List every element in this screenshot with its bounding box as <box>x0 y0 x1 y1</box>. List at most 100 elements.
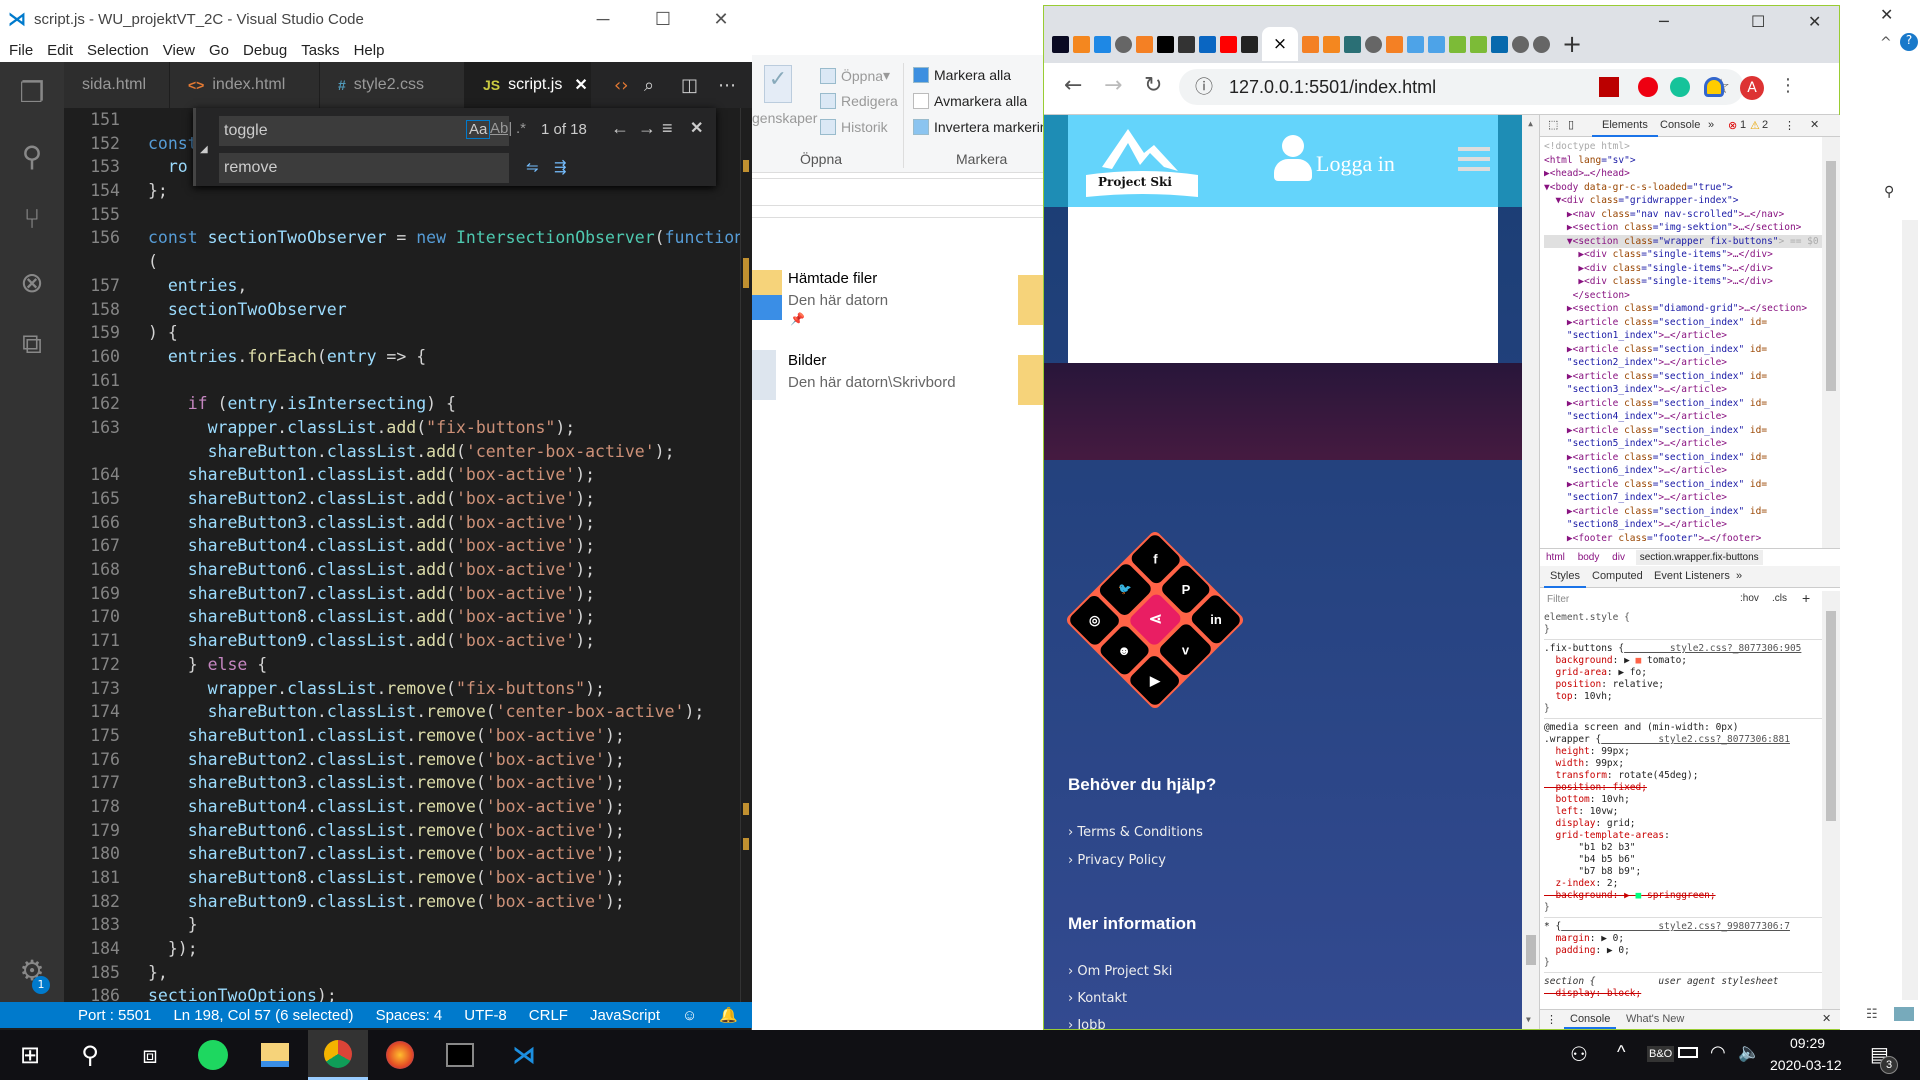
tab-favicon-linkedin-icon[interactable] <box>1199 35 1216 53</box>
dom-node[interactable]: "section2_index">…</article> <box>1544 356 1822 370</box>
tab-favicon-slides-icon[interactable] <box>1344 35 1361 53</box>
warning-count[interactable]: 2 <box>1762 119 1768 131</box>
breadcrumb-div[interactable]: div <box>1612 552 1625 563</box>
breadcrumb-html[interactable]: html <box>1546 552 1565 563</box>
select-all-button[interactable]: Markera alla <box>913 67 1011 83</box>
whole-word-toggle[interactable]: Ab| <box>490 120 512 137</box>
code-line[interactable]: 172 } else { <box>64 653 740 677</box>
code-line[interactable]: shareButton.classList.add('center-box-ac… <box>64 440 740 464</box>
search-icon[interactable]: ⚲ <box>60 1030 120 1080</box>
people-icon[interactable]: ⚇ <box>1570 1042 1588 1067</box>
details-view-icon[interactable]: ☷ <box>1866 1007 1878 1022</box>
style-line[interactable]: .wrapper { style2.css?_8077306:881 <box>1544 734 1822 746</box>
style-line[interactable]: .fix-buttons { style2.css?_8077306:905 <box>1544 643 1822 655</box>
style-line[interactable]: left: 10vw; <box>1544 806 1822 818</box>
breadcrumb-section[interactable]: section.wrapper.fix-buttons <box>1635 550 1763 565</box>
minimize-button[interactable]: ─ <box>1659 12 1669 31</box>
tab-favicon-globe-icon[interactable] <box>1115 35 1132 53</box>
code-line[interactable]: 175 shareButton1.classList.remove('box-a… <box>64 724 740 748</box>
style-line[interactable]: grid-area: ▶ fo; <box>1544 667 1822 679</box>
toggle-replace-icon[interactable]: ◢ <box>200 144 208 155</box>
tab-computed[interactable]: Computed <box>1592 570 1643 582</box>
dom-scrollbar[interactable] <box>1822 137 1840 549</box>
footer-link-terms[interactable]: › Terms & Conditions <box>1068 825 1203 840</box>
dom-node[interactable]: ▶<div class="single-items">…</div> <box>1544 262 1822 276</box>
code-line[interactable]: 166 shareButton3.classList.add('box-acti… <box>64 511 740 535</box>
tab-sida-html[interactable]: sida.html <box>64 62 170 108</box>
breadcrumb-body[interactable]: body <box>1578 552 1600 563</box>
code-line[interactable]: 165 shareButton2.classList.add('box-acti… <box>64 487 740 511</box>
menu-selection[interactable]: Selection <box>87 42 149 59</box>
style-line[interactable]: element.style { <box>1544 612 1822 624</box>
tab-favicon-contact-icon[interactable] <box>1178 35 1195 53</box>
error-count[interactable]: 1 <box>1740 119 1746 131</box>
style-line[interactable]: display: block; <box>1544 988 1822 1000</box>
dom-node[interactable]: ▶<article class="section_index" id= <box>1544 424 1822 438</box>
style-line[interactable]: "b7 b8 b9"; <box>1544 866 1822 878</box>
dom-node[interactable]: ▶<section class="diamond-grid">…</sectio… <box>1544 302 1822 316</box>
open-preview-icon[interactable]: ‹› <box>614 62 628 108</box>
code-line[interactable]: 186 sectionTwoOptions); <box>64 984 740 1002</box>
back-icon[interactable]: ← <box>1064 73 1082 98</box>
code-line[interactable]: 184 }); <box>64 937 740 961</box>
dom-node[interactable]: ▶<head>…</head> <box>1544 167 1822 181</box>
style-line[interactable]: bottom: 10vh; <box>1544 794 1822 806</box>
dom-node[interactable]: ▼<body data-gr-c-s-loaded="true"> <box>1544 181 1822 195</box>
quick-access-pictures[interactable]: Bilder <box>788 352 826 369</box>
code-line[interactable]: 180 shareButton7.classList.remove('box-a… <box>64 842 740 866</box>
adblock-extension-icon[interactable] <box>1638 77 1658 97</box>
style-line[interactable]: "b4 b5 b6" <box>1544 854 1822 866</box>
menu-debug[interactable]: Debug <box>243 42 287 59</box>
style-line[interactable]: position: fixed; <box>1544 782 1822 794</box>
code-line[interactable]: 155 <box>64 203 740 227</box>
tab-favicon-puzzle-icon[interactable] <box>1157 35 1174 53</box>
tab-favicon-flag-blue-icon[interactable] <box>1094 35 1111 53</box>
style-line[interactable]: position: relative; <box>1544 679 1822 691</box>
style-line[interactable]: width: 99px; <box>1544 758 1822 770</box>
open-changes-icon[interactable]: ⌕ <box>644 62 654 108</box>
tab-favicon-stackoverflow-icon[interactable] <box>1302 35 1319 53</box>
indentation[interactable]: Spaces: 4 <box>376 1007 443 1024</box>
tab-event-listeners[interactable]: Event Listeners <box>1654 570 1730 582</box>
more-tabs-icon[interactable]: » <box>1736 570 1742 582</box>
login-link[interactable]: Logga in <box>1316 151 1395 177</box>
tab-favicon-stackoverflow-icon[interactable] <box>1386 35 1403 53</box>
code-line[interactable]: 183 } <box>64 913 740 937</box>
forward-icon[interactable]: → <box>1104 73 1122 98</box>
find-in-selection-icon[interactable]: ≡ <box>662 118 673 139</box>
tab-script-js[interactable]: JS script.js ✕ <box>465 62 591 108</box>
search-icon[interactable]: ⚲ <box>14 138 50 174</box>
menu-tasks[interactable]: Tasks <box>301 42 339 59</box>
style-line[interactable]: top: 10vh; <box>1544 691 1822 703</box>
code-line[interactable]: 158 sectionTwoObserver <box>64 298 740 322</box>
file-explorer-icon[interactable] <box>245 1030 305 1080</box>
dom-node[interactable]: ▶<article class="section_index" id= <box>1544 478 1822 492</box>
style-line[interactable]: @media screen and (min-width: 0px) <box>1544 722 1822 734</box>
bang-olufsen-icon[interactable]: B&O <box>1647 1046 1675 1062</box>
info-icon[interactable]: ⓘ <box>1195 69 1213 105</box>
replace-input[interactable]: remove <box>219 153 509 183</box>
replace-one-icon[interactable]: ⇋ <box>526 158 539 176</box>
dom-node[interactable]: "section7_index">…</article> <box>1544 491 1822 505</box>
extensions-icon[interactable]: ⧉ <box>14 326 50 362</box>
tab-favicon-cloud-icon[interactable] <box>1407 35 1424 53</box>
code-line[interactable]: 179 shareButton6.classList.remove('box-a… <box>64 819 740 843</box>
code-line[interactable]: 162 if (entry.isIntersecting) { <box>64 392 740 416</box>
tab-styles[interactable]: Styles <box>1544 566 1586 588</box>
tab-favicon-globe-icon[interactable] <box>1533 35 1550 53</box>
close-tab-icon[interactable]: ✕ <box>574 75 587 95</box>
tab-favicon-w3schools-icon[interactable] <box>1449 35 1466 53</box>
footer-link-contact[interactable]: › Kontakt <box>1068 991 1127 1006</box>
replace-all-icon[interactable]: ⇶ <box>554 158 567 176</box>
clock-date[interactable]: 2020-03-12 <box>1770 1057 1842 1073</box>
code-line[interactable]: 174 shareButton.classList.remove('center… <box>64 700 740 724</box>
spotify-icon[interactable] <box>183 1030 243 1080</box>
history-button[interactable]: Historik <box>820 119 888 135</box>
bell-icon[interactable]: 🔔 <box>719 1006 738 1024</box>
reload-icon[interactable]: ↻ <box>1144 73 1162 98</box>
footer-link-jobs[interactable]: › Jobb <box>1068 1018 1106 1029</box>
tab-console[interactable]: Console <box>1660 119 1700 131</box>
style-line[interactable]: background: ▶ ■ springgreen; <box>1544 890 1822 902</box>
profile-avatar[interactable]: A <box>1740 76 1764 100</box>
wifi-icon[interactable]: ◠ <box>1710 1042 1726 1063</box>
